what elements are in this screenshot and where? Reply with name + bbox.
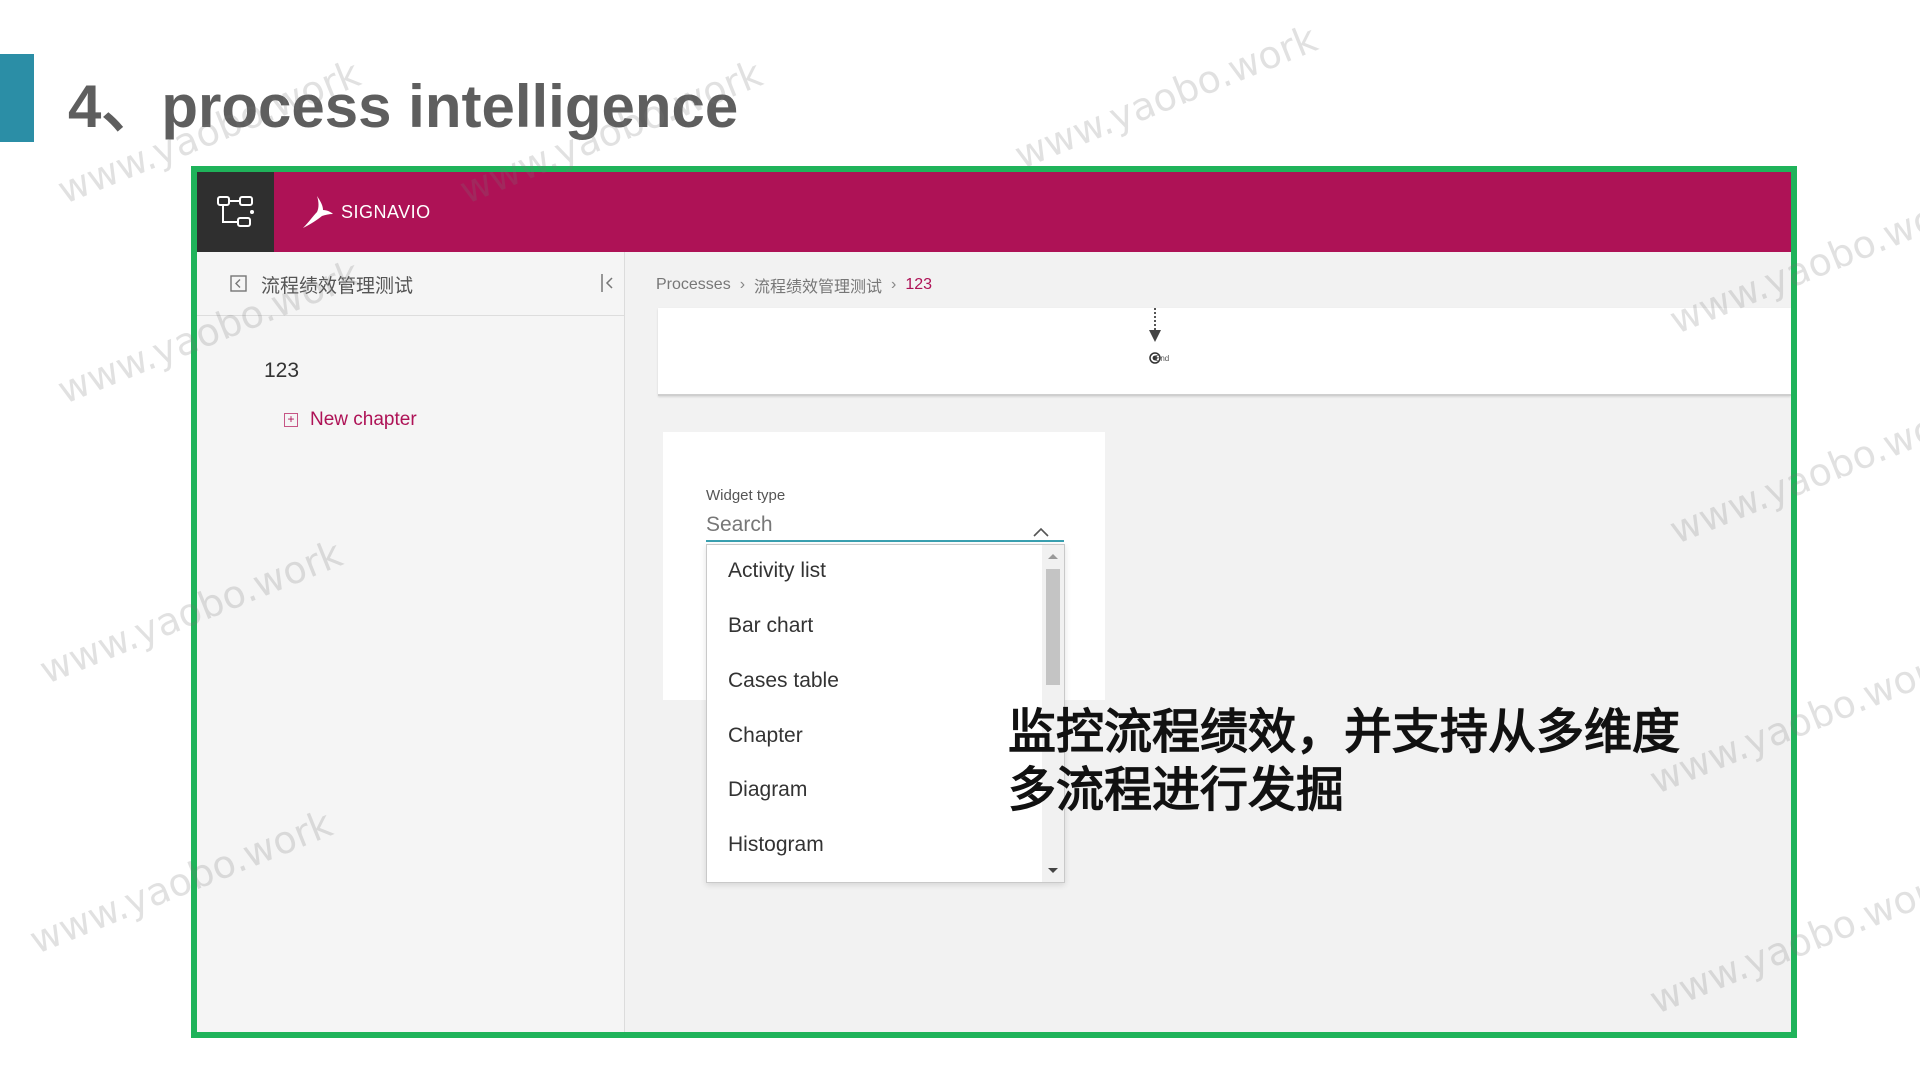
dropdown-option-histogram[interactable]: Histogram [728,833,824,857]
report-sidebar: 流程绩效管理测试 123 + New chapter [197,252,625,1032]
process-diagram-widget[interactable]: End [658,308,1791,396]
app-topbar: SIGNAVIO [197,172,1791,252]
slide-caption: 监控流程绩效，并支持从多维度 多流程进行发掘 [1008,703,1680,819]
sidebar-title: 流程绩效管理测试 [261,276,414,297]
chevron-right-icon: › [739,276,746,293]
widget-search-placeholder: Search [706,513,773,536]
sidebar-header: 流程绩效管理测试 [197,252,624,316]
sidebar-item-report[interactable]: 123 [264,359,299,383]
dropdown-option-diagram[interactable]: Diagram [728,778,807,802]
dropdown-option-chapter[interactable]: Chapter [728,724,803,748]
antelope-logo-icon [303,196,333,228]
app-screenshot-frame: SIGNAVIO 流程绩效管理测试 123 + New chapter Proc… [191,166,1797,1038]
breadcrumb: Processes › 流程绩效管理测试 › 123 [656,273,932,297]
add-icon: + [284,413,298,427]
brand-name: SIGNAVIO [341,201,431,222]
caption-line-2: 多流程进行发掘 [1008,762,1345,818]
widget-type-label: Widget type [706,487,786,504]
caption-line-1: 监控流程绩效，并支持从多维度 [1008,704,1681,760]
new-chapter-button[interactable]: + New chapter [284,409,417,431]
slide: 4、process intelligence www.yaobo.work ww… [0,0,1920,1080]
scroll-up-icon[interactable] [1047,552,1059,560]
breadcrumb-item-current: 123 [905,276,933,293]
process-map-icon[interactable] [197,172,274,252]
new-chapter-label: New chapter [310,409,417,430]
breadcrumb-item-project[interactable]: 流程绩效管理测试 [754,273,882,297]
widget-type-search-input[interactable]: Search [706,512,1064,542]
back-arrow-icon[interactable] [230,275,247,297]
brand-logo[interactable]: SIGNAVIO [301,194,431,230]
chevron-right-icon: › [891,276,897,293]
dropdown-option-bar-chart[interactable]: Bar chart [728,614,813,638]
watermark: www.yaobo.work [1008,16,1324,178]
collapse-panel-icon[interactable] [600,273,614,298]
scroll-down-icon[interactable] [1047,867,1059,875]
dropdown-option-activity-list[interactable]: Activity list [728,559,826,583]
end-event-label: End [1155,354,1170,363]
chevron-up-icon[interactable] [1032,520,1050,544]
title-accent-bar [0,54,34,142]
dropdown-option-cases-table[interactable]: Cases table [728,669,839,693]
scroll-thumb[interactable] [1046,569,1060,685]
slide-title: 4、process intelligence [68,73,739,140]
breadcrumb-item-processes[interactable]: Processes [656,276,731,294]
